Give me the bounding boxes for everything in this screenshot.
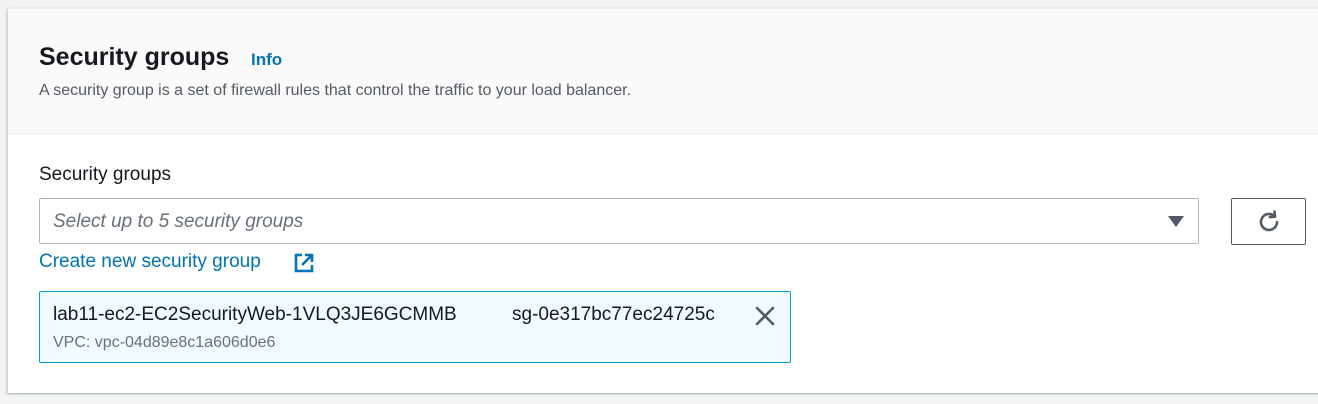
security-groups-panel: Security groups Info A security group is… xyxy=(7,8,1318,393)
select-placeholder: Select up to 5 security groups xyxy=(53,211,304,232)
external-link-icon[interactable] xyxy=(293,252,315,274)
refresh-button[interactable] xyxy=(1231,198,1306,245)
panel-header: Security groups Info A security group is… xyxy=(8,9,1318,134)
selected-security-group-token: lab11-ec2-EC2SecurityWeb-1VLQ3JE6GCMMB s… xyxy=(39,291,791,363)
token-vpc: VPC: vpc-04d89e8c1a606d0e6 xyxy=(53,334,276,351)
panel-description: A security group is a set of firewall ru… xyxy=(39,82,632,99)
info-link[interactable]: Info xyxy=(251,50,282,70)
refresh-icon xyxy=(1259,210,1279,232)
security-groups-label: Security groups xyxy=(39,164,172,185)
close-icon[interactable] xyxy=(753,304,777,328)
create-security-group-link[interactable]: Create new security group xyxy=(39,250,261,274)
token-group-id: sg-0e317bc77ec24725c xyxy=(512,304,715,325)
caret-down-icon xyxy=(1168,216,1184,227)
token-group-name: lab11-ec2-EC2SecurityWeb-1VLQ3JE6GCMMB xyxy=(53,304,457,325)
panel-title: Security groups xyxy=(39,43,230,71)
security-groups-select[interactable]: Select up to 5 security groups xyxy=(39,198,1199,244)
